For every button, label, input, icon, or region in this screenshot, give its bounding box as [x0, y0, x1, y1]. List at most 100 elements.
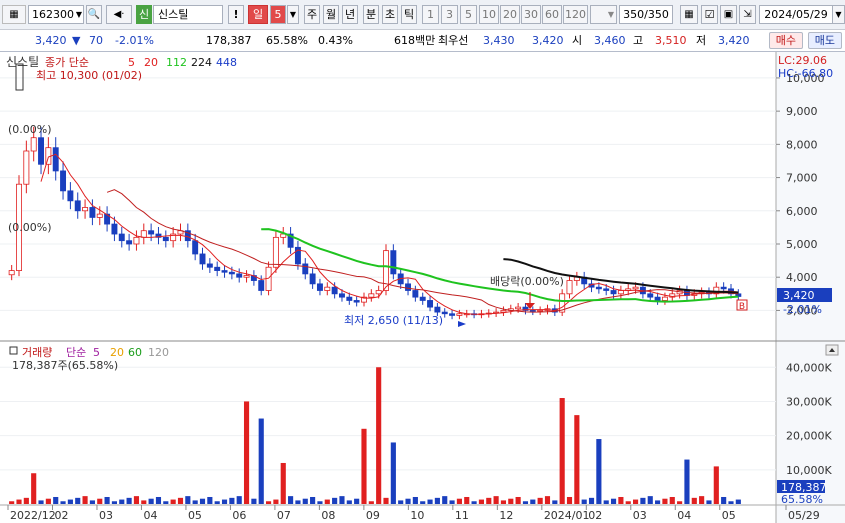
checkbox-icon[interactable]: ☑	[701, 5, 718, 24]
high-annotation: 최고 10,300 (01/02)	[36, 69, 142, 82]
current-price-tag-text: 3,420	[783, 289, 815, 302]
open-price: 3,460	[594, 34, 626, 47]
sell-button[interactable]: 매도	[807, 32, 842, 49]
volume-bar	[581, 499, 587, 504]
volume-bar	[317, 501, 323, 504]
volume-bar	[610, 498, 617, 504]
time-tick-label: 11	[455, 509, 469, 522]
stock-name-field[interactable]: 신스틸	[153, 5, 223, 24]
volume-bar	[273, 499, 279, 504]
volume-bar	[111, 501, 117, 504]
candle-body	[390, 250, 397, 275]
price-tick-label: 6,000	[786, 205, 818, 218]
candle-body	[243, 275, 250, 278]
volume-bar	[699, 496, 705, 504]
count-60-button[interactable]: 60	[542, 5, 562, 24]
candle-body	[74, 200, 81, 212]
volume-bar	[89, 500, 95, 504]
volume-bar	[354, 498, 360, 504]
calendar-dropdown-icon[interactable]: ▼	[833, 5, 845, 24]
volume-bar	[559, 398, 565, 504]
volume-bar	[383, 497, 389, 504]
volume-bar	[251, 498, 257, 504]
current-pct-text: -2.01%	[783, 303, 822, 316]
volume-bar	[669, 496, 675, 504]
volume-bar	[640, 497, 646, 504]
volume-bar	[332, 497, 338, 504]
candle-body	[456, 313, 463, 316]
dividend-annotation: 배당락(0.00%)	[490, 275, 564, 288]
change-percent: -2.01%	[115, 34, 154, 47]
volume-bar	[427, 499, 433, 504]
volume-bar	[588, 497, 595, 504]
count-dropdown[interactable]: ▼	[590, 5, 617, 24]
candle-body	[302, 263, 309, 275]
stock-code-input[interactable]: 162300 ▼	[28, 5, 84, 24]
candle-body	[427, 300, 434, 308]
volume-bar	[119, 499, 125, 504]
count-5-button[interactable]: 5	[460, 5, 477, 24]
view-count-field[interactable]: 350/350	[619, 5, 673, 24]
search-icon[interactable]: 🔍	[86, 5, 102, 24]
candle-body	[647, 293, 654, 298]
count-10-button[interactable]: 10	[479, 5, 499, 24]
period-year-tab[interactable]: 년	[342, 5, 358, 24]
period-n-input[interactable]: 5	[270, 5, 286, 24]
period-week-tab[interactable]: 주	[304, 5, 320, 24]
volume-bar	[508, 498, 514, 504]
price-tick-label: 7,000	[786, 172, 818, 185]
volume-bar	[677, 501, 683, 504]
volume-bar	[53, 496, 59, 504]
period-tick-tab[interactable]: 틱	[401, 5, 417, 24]
stock-chart[interactable]: 3,0004,0005,0006,0007,0008,0009,00010,00…	[0, 52, 845, 523]
count-120-button[interactable]: 120	[563, 5, 588, 24]
lc-value: LC:29.06	[778, 54, 827, 67]
date-field[interactable]: 2024/05/29	[759, 5, 833, 24]
volume-bar	[544, 496, 551, 504]
period-month-tab[interactable]: 월	[323, 5, 339, 24]
count-1-button[interactable]: 1	[422, 5, 439, 24]
vma120-legend: 120	[148, 346, 169, 359]
code-dropdown-icon[interactable]: ▼	[76, 6, 82, 23]
period-minute-tab[interactable]: 분	[363, 5, 379, 24]
candle-body	[412, 290, 419, 298]
buy-button[interactable]: 매수	[768, 32, 803, 49]
volume-bar	[170, 499, 176, 504]
toolbar: ▦ 162300 ▼ 🔍 ◀· 신 신스틸 ! 일 5 ▼ 주 월 년 분 초 틱…	[0, 0, 845, 30]
time-tick-label: 02	[588, 509, 602, 522]
candle-body	[214, 266, 221, 271]
candle-body	[375, 290, 382, 295]
candle-body	[133, 236, 140, 245]
candle-body	[118, 233, 125, 242]
period-day-tab[interactable]: 일	[248, 5, 268, 24]
period-dropdown-icon[interactable]: ▼	[287, 5, 299, 24]
count-3-button[interactable]: 3	[441, 5, 458, 24]
count-20-button[interactable]: 20	[500, 5, 520, 24]
volume-bar	[75, 497, 81, 504]
grid-icon[interactable]: ▦	[680, 5, 698, 24]
export-icon[interactable]: ⇲	[739, 5, 756, 24]
count-30-button[interactable]: 30	[521, 5, 541, 24]
volume-bar	[662, 498, 668, 504]
volume-bar	[207, 496, 213, 504]
volume-bar	[368, 501, 374, 504]
b-marker-label: B	[739, 302, 745, 312]
candle-body	[346, 296, 353, 301]
period-second-tab[interactable]: 초	[382, 5, 398, 24]
volume-legend-label: 단순	[66, 346, 86, 359]
ma20-legend: 20	[144, 56, 158, 69]
candle-body	[419, 296, 426, 301]
time-tick-label: 05/29	[788, 509, 820, 522]
grip-icon: ▦	[2, 5, 26, 24]
info-button[interactable]: !	[228, 5, 244, 24]
volume-bar	[398, 500, 404, 504]
candle-body	[353, 300, 360, 303]
time-tick-label: 05	[188, 509, 202, 522]
save-icon[interactable]: ▣	[720, 5, 737, 24]
speaker-icon[interactable]: ◀·	[106, 5, 132, 24]
left-note-2: (0.00%)	[8, 221, 52, 234]
candle-body	[500, 310, 507, 313]
candle-body	[537, 310, 544, 312]
low-label: 저	[696, 34, 707, 47]
time-tick-label: 03	[99, 509, 113, 522]
